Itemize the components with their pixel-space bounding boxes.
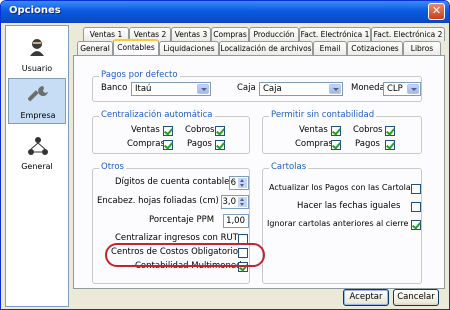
tab-fact-electronica-2[interactable]: Fact. Electrónica 2	[371, 27, 445, 41]
digitos-value: 6	[230, 178, 236, 188]
banco-select[interactable]: Itaú	[131, 82, 211, 96]
aceptar-label: Aceptar	[349, 292, 383, 302]
digitos-spinner[interactable]: 6	[229, 176, 249, 190]
cobros-label: Cobros	[353, 125, 383, 135]
ppm-input[interactable]: 1,00	[223, 214, 249, 228]
permitir-compras-checkbox[interactable]	[331, 140, 341, 150]
ignorar-cartolas-checkbox[interactable]	[411, 220, 421, 230]
wrench-icon	[28, 86, 48, 102]
moneda-label: Moneda	[351, 83, 385, 93]
group-title: Centralización automática	[99, 110, 215, 120]
ignorar-label: Ignorar cartolas anteriores al cierre	[267, 219, 409, 228]
banco-value: Itaú	[135, 84, 152, 94]
sidebar-item-empresa[interactable]: Empresa	[8, 78, 66, 124]
permitir-cobros-checkbox[interactable]	[385, 126, 395, 136]
title-bar: Opciones ✕	[1, 1, 449, 23]
tab-libros[interactable]: Libros	[403, 41, 441, 55]
centralizar-cobros-checkbox[interactable]	[215, 126, 225, 136]
cartolas-group: Cartolas Actualizar los Pagos con las Ca…	[262, 162, 422, 284]
ppm-label: Porcentaje PPM	[149, 215, 215, 225]
chevron-down-icon	[407, 84, 419, 94]
tab-produccion[interactable]: Producción	[249, 27, 299, 41]
chevron-down-icon	[329, 84, 341, 94]
group-title: Pagos por defecto	[99, 70, 180, 80]
close-button[interactable]: ✕	[428, 3, 445, 20]
sidebar-item-usuario[interactable]: Usuario	[8, 32, 66, 78]
caja-label: Caja	[237, 83, 256, 93]
options-dialog: Opciones ✕ Usuario Empresa General Venta…	[0, 0, 450, 310]
encabez-spinner[interactable]: 3,0	[221, 195, 249, 209]
compras-label: Compras	[295, 139, 333, 149]
pagos-label: Pagos	[355, 139, 380, 149]
fechas-label: Hacer las fechas iguales	[297, 201, 401, 211]
permitir-group: Permitir sin contabilidad Ventas Cobros …	[262, 110, 422, 154]
actualizar-pagos-checkbox[interactable]	[411, 184, 421, 194]
permitir-pagos-checkbox[interactable]	[385, 140, 395, 150]
cobros-label: Cobros	[185, 125, 215, 135]
window-title: Opciones	[9, 5, 61, 16]
compras-label: Compras	[127, 139, 165, 149]
tab-contables[interactable]: Contables	[113, 39, 159, 55]
moneda-select[interactable]: CLP	[383, 82, 421, 96]
pagos-label: Pagos	[187, 139, 212, 149]
user-icon	[30, 39, 44, 56]
group-title: Permitir sin contabilidad	[269, 110, 377, 120]
tab-fact-electronica-1[interactable]: Fact. Electrónica 1	[299, 27, 371, 41]
banco-label: Banco	[101, 83, 128, 93]
network-icon	[28, 137, 48, 155]
spinner-arrows-icon	[238, 178, 247, 188]
group-title: Cartolas	[269, 162, 309, 172]
cancelar-label: Cancelar	[397, 292, 435, 302]
chevron-down-icon	[197, 84, 209, 94]
ventas-label: Ventas	[299, 125, 328, 135]
digitos-label: Dígitos de cuenta contable	[115, 177, 230, 187]
annotation-highlight	[105, 243, 265, 267]
sidebar-item-general[interactable]: General	[8, 130, 66, 176]
fechas-iguales-checkbox[interactable]	[411, 202, 421, 212]
group-title: Otros	[99, 162, 126, 172]
centralizar-pagos-checkbox[interactable]	[215, 140, 225, 150]
actualizar-label: Actualizar los Pagos con las Cartolas	[269, 183, 415, 192]
encabez-value: 3,0	[222, 197, 236, 207]
sidebar: Usuario Empresa General	[5, 25, 69, 307]
centralizacion-group: Centralización automática Ventas Cobros …	[92, 110, 250, 154]
spinner-arrows-icon	[238, 197, 247, 207]
pagos-group: Pagos por defecto Banco Itaú Caja Caja M…	[92, 70, 422, 102]
cancelar-button[interactable]: Cancelar	[393, 289, 439, 306]
rut-label: Centralizar ingresos con RUT	[115, 233, 238, 243]
permitir-ventas-checkbox[interactable]	[331, 126, 341, 136]
sidebar-item-label: Empresa	[20, 111, 56, 120]
sidebar-item-label: Usuario	[21, 64, 53, 73]
sidebar-item-label: General	[21, 162, 53, 171]
tab-localizacion[interactable]: Localización de archivos	[219, 41, 313, 55]
centralizar-compras-checkbox[interactable]	[163, 140, 173, 150]
encabez-label: Encabez. hojas foliadas (cm)	[97, 196, 219, 206]
ppm-value: 1,00	[226, 216, 245, 226]
tab-cotizaciones[interactable]: Cotizaciones	[347, 41, 403, 55]
tab-email[interactable]: Email	[313, 41, 347, 55]
tab-compras[interactable]: Compras	[211, 27, 249, 41]
tab-liquidaciones[interactable]: Liquidaciones	[159, 41, 219, 55]
close-icon: ✕	[431, 4, 442, 17]
tab-ventas-3[interactable]: Ventas 3	[171, 27, 211, 41]
caja-select[interactable]: Caja	[259, 82, 343, 96]
moneda-value: CLP	[387, 84, 403, 94]
aceptar-button[interactable]: Aceptar	[343, 289, 389, 306]
centralizar-ventas-checkbox[interactable]	[163, 126, 173, 136]
ventas-label: Ventas	[131, 125, 160, 135]
caja-value: Caja	[263, 84, 282, 94]
tab-general[interactable]: General	[77, 41, 113, 55]
